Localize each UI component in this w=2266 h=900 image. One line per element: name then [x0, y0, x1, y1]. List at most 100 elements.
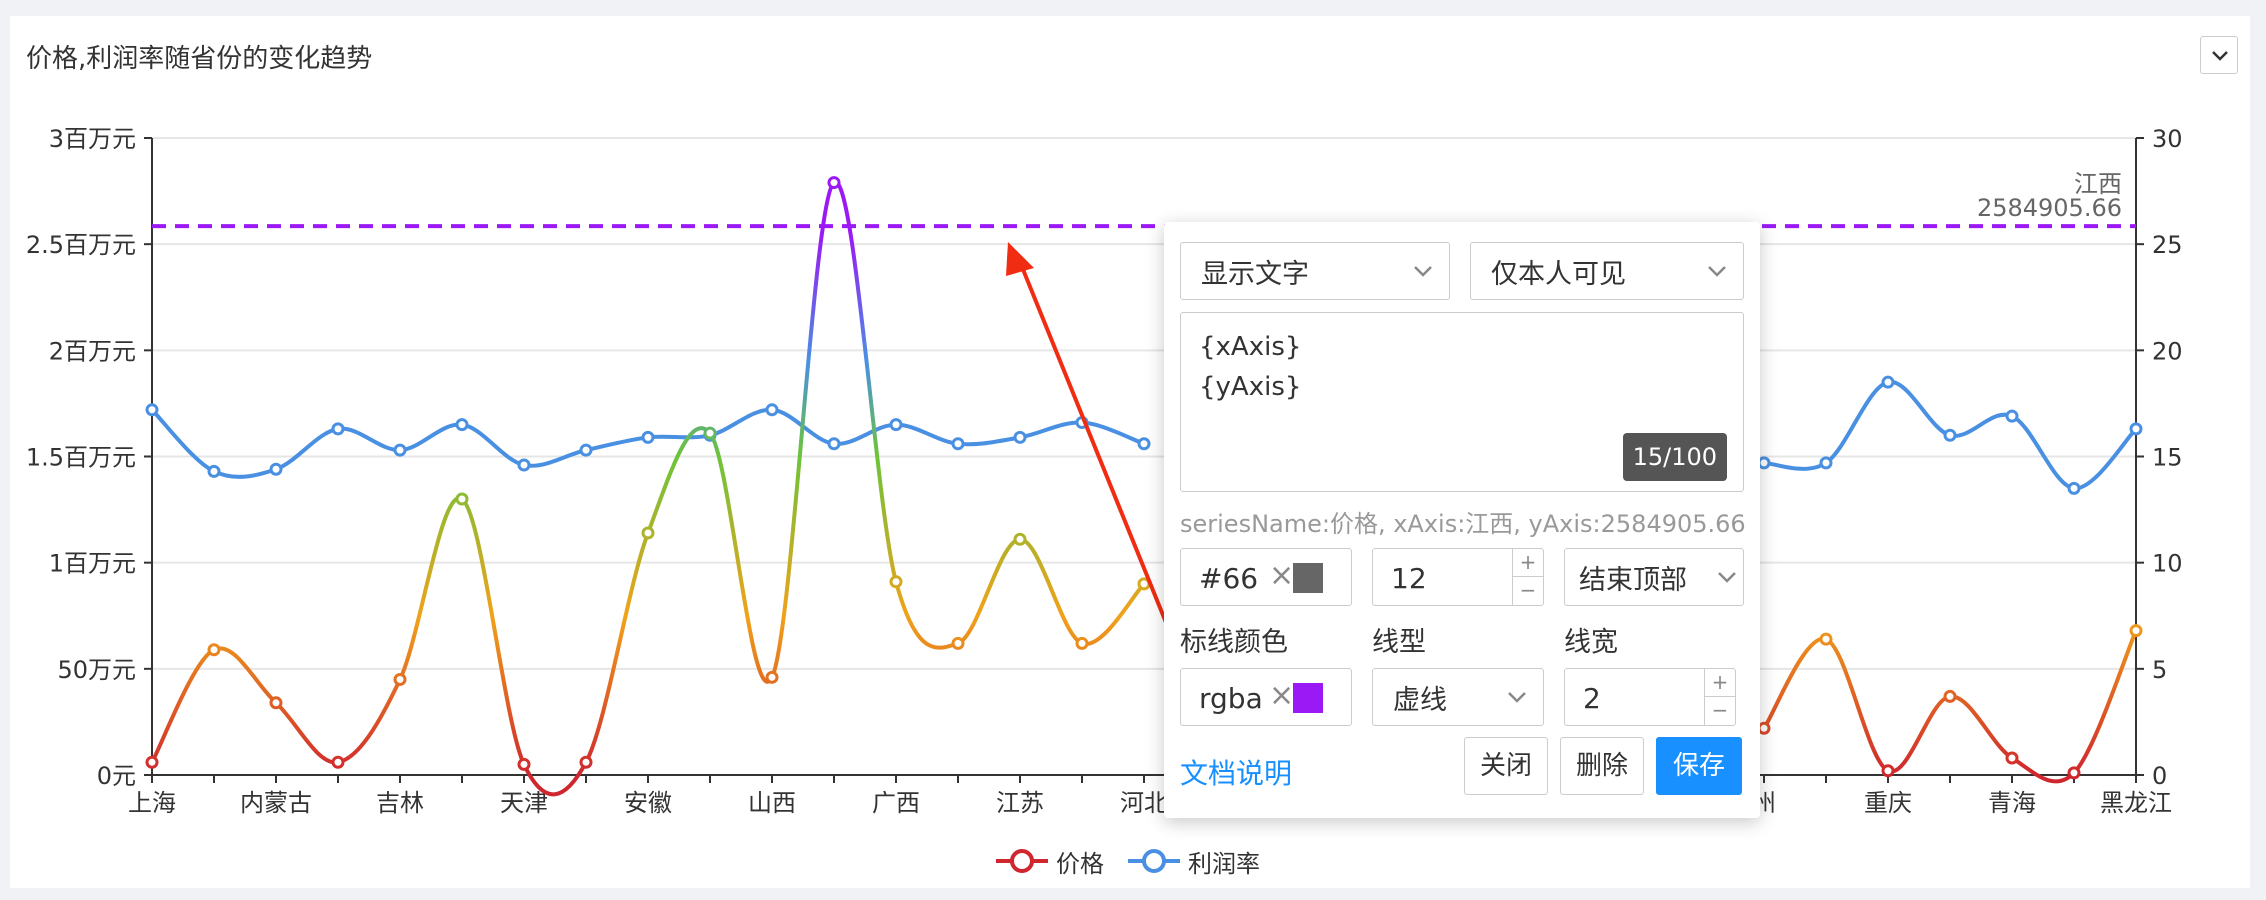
save-button[interactable]: 保存: [1656, 737, 1742, 795]
data-point: [889, 418, 903, 432]
line-color-value: rgba: [1199, 682, 1263, 715]
legend-item-profit[interactable]: 利润率: [1128, 844, 1260, 879]
y-left-tick-label: 2百万元: [49, 337, 136, 365]
template-line: {xAxis}: [1199, 332, 1302, 362]
x-tick-label: 黑龙江: [2100, 789, 2172, 817]
y-right-tick-label: 25: [2152, 231, 2183, 259]
data-point: [1819, 456, 1833, 470]
documentation-link[interactable]: 文档说明: [1180, 752, 1292, 792]
data-point: [641, 430, 655, 444]
increment-button[interactable]: +: [1513, 549, 1543, 577]
data-point: [827, 437, 841, 451]
data-point: [1013, 532, 1027, 546]
font-color-swatch[interactable]: [1293, 563, 1323, 593]
font-size-stepper[interactable]: 12 + −: [1372, 548, 1544, 606]
line-width-stepper[interactable]: 2 + −: [1564, 668, 1736, 726]
decrement-button[interactable]: −: [1705, 697, 1735, 724]
legend-label: 利润率: [1188, 849, 1260, 878]
data-point: [2067, 481, 2081, 495]
display-mode-select[interactable]: 显示文字: [1180, 242, 1450, 300]
line-width-value: 2: [1583, 682, 1601, 715]
data-point: [2129, 624, 2143, 638]
increment-button[interactable]: +: [1705, 669, 1735, 697]
chart-legend: 价格 利润率: [996, 844, 1284, 879]
label-position-select[interactable]: 结束顶部: [1564, 548, 1744, 606]
chevron-down-icon: [1708, 266, 1726, 277]
data-point: [765, 670, 779, 684]
data-point: [1819, 632, 1833, 646]
legend-item-price[interactable]: 价格: [996, 844, 1104, 879]
data-point: [455, 492, 469, 506]
label-position-value: 结束顶部: [1579, 564, 1687, 596]
markline-settings-popup: 显示文字 仅本人可见 {xAxis} {yAxis} 15/100 series…: [1164, 222, 1760, 818]
display-mode-value: 显示文字: [1201, 258, 1309, 290]
data-point: [2005, 409, 2019, 423]
data-point: [1137, 437, 1151, 451]
x-tick-label: 广西: [872, 789, 920, 817]
line-width-label: 线宽: [1564, 627, 1618, 658]
legend-marker-icon: [1128, 849, 1180, 873]
line-type-value: 虚线: [1393, 684, 1447, 716]
data-point: [2005, 751, 2019, 765]
markline-label-value: 2584905.66: [1977, 194, 2122, 222]
data-point: [455, 418, 469, 432]
y-right-tick-label: 0: [2152, 762, 2167, 790]
delete-button[interactable]: 删除: [1560, 737, 1644, 795]
char-counter: 15/100: [1622, 433, 1727, 481]
y-left-tick-label: 3百万元: [49, 125, 136, 153]
data-point: [1881, 764, 1895, 778]
data-point: [207, 464, 221, 478]
series-line-价格: [150, 180, 1146, 797]
chevron-down-icon: [1508, 692, 1526, 703]
data-point: [1881, 375, 1895, 389]
line-color-swatch[interactable]: [1293, 683, 1323, 713]
line-type-select[interactable]: 虚线: [1372, 668, 1544, 726]
data-point: [1943, 689, 1957, 703]
x-tick-label: 上海: [128, 789, 176, 817]
x-tick-label: 吉林: [376, 789, 424, 817]
data-point: [827, 176, 841, 190]
y-left-tick-label: 1百万元: [49, 550, 136, 578]
y-left-tick-label: 1.5百万元: [26, 444, 136, 472]
decrement-button[interactable]: −: [1513, 577, 1543, 604]
y-right-tick-label: 10: [2152, 550, 2183, 578]
y-right-tick-label: 30: [2152, 125, 2183, 153]
visibility-value: 仅本人可见: [1491, 258, 1626, 290]
data-point: [393, 672, 407, 686]
y-left-tick-label: 2.5百万元: [26, 231, 136, 259]
label-template-textarea[interactable]: {xAxis} {yAxis} 15/100: [1180, 312, 1744, 492]
data-point: [145, 755, 159, 769]
data-point: [951, 437, 965, 451]
clear-icon[interactable]: ×: [1269, 561, 1294, 591]
x-tick-label: 重庆: [1864, 789, 1912, 817]
line-color-input[interactable]: rgba ×: [1180, 668, 1352, 726]
clear-icon[interactable]: ×: [1269, 681, 1294, 711]
y-left-tick-label: 50万元: [57, 656, 136, 684]
x-tick-label: 天津: [500, 789, 548, 817]
visibility-select[interactable]: 仅本人可见: [1470, 242, 1744, 300]
data-point: [393, 443, 407, 457]
font-color-input[interactable]: #66 ×: [1180, 548, 1352, 606]
data-point: [889, 575, 903, 589]
data-point: [579, 443, 593, 457]
template-line: {yAxis}: [1199, 372, 1302, 402]
data-point: [641, 526, 655, 540]
data-point: [1013, 430, 1027, 444]
x-tick-label: 河北: [1120, 789, 1168, 817]
data-point: [207, 643, 221, 657]
data-point: [269, 462, 283, 476]
data-point: [951, 636, 965, 650]
annotation-arrow: [1018, 261, 1184, 663]
data-point: [331, 422, 345, 436]
legend-label: 价格: [1056, 849, 1104, 878]
line-type-label: 线型: [1372, 627, 1426, 658]
x-tick-label: 内蒙古: [240, 789, 312, 817]
data-point: [1757, 721, 1771, 735]
font-color-value: #66: [1199, 562, 1259, 595]
data-point: [2129, 422, 2143, 436]
series-info-text: seriesName:价格, xAxis:江西, yAxis:2584905.6…: [1180, 510, 1746, 538]
close-button[interactable]: 关闭: [1464, 737, 1548, 795]
x-tick-label: 青海: [1988, 789, 2036, 817]
data-point: [517, 757, 531, 771]
y-right-tick-label: 5: [2152, 656, 2167, 684]
